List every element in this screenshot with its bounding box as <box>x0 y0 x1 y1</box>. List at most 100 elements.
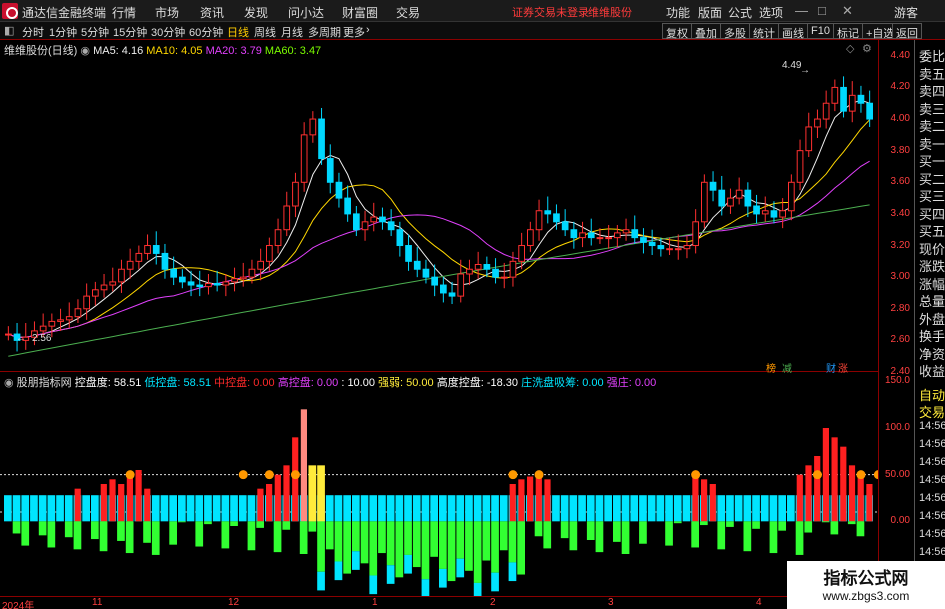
period-multi[interactable]: 多周期 <box>308 24 341 40</box>
draw-line-button[interactable]: 画线 <box>778 23 808 40</box>
candle-body[interactable] <box>248 268 256 278</box>
candle-body[interactable] <box>413 260 421 270</box>
candle-body[interactable] <box>727 197 734 207</box>
candle-body[interactable] <box>814 118 821 128</box>
menu-item-layout[interactable]: 版面 <box>698 4 722 21</box>
menu-item-discover[interactable]: 发现 <box>244 4 268 21</box>
guest-label[interactable]: 游客 <box>894 4 918 21</box>
candle-body[interactable] <box>709 181 717 191</box>
candle-body[interactable] <box>74 308 82 318</box>
candle-body[interactable] <box>805 126 813 152</box>
menu-item-options[interactable]: 选项 <box>759 4 783 21</box>
minimize-icon[interactable]: — <box>795 3 808 18</box>
candle-body[interactable] <box>683 245 691 250</box>
menu-item-formula[interactable]: 公式 <box>728 4 752 21</box>
candle-body[interactable] <box>161 252 169 270</box>
candle-body[interactable] <box>640 237 647 243</box>
money-bag-icon[interactable] <box>508 470 518 480</box>
candle-body[interactable] <box>266 245 273 262</box>
candle-body[interactable] <box>370 216 378 223</box>
money-bag-icon[interactable] <box>290 470 300 480</box>
candle-body[interactable] <box>527 229 534 247</box>
candle-body[interactable] <box>553 213 560 223</box>
money-bag-icon[interactable] <box>238 470 248 480</box>
candle-body[interactable] <box>109 281 117 286</box>
candle-body[interactable] <box>283 205 291 231</box>
candle-body[interactable] <box>205 282 212 288</box>
period-60min[interactable]: 60分钟 <box>189 24 223 40</box>
candle-body[interactable] <box>848 94 856 112</box>
diamond-icon[interactable]: ◇ <box>846 42 854 55</box>
candle-body[interactable] <box>170 268 178 278</box>
period-30min[interactable]: 30分钟 <box>151 24 185 40</box>
money-bag-icon[interactable] <box>856 470 866 480</box>
candle-body[interactable] <box>318 118 325 160</box>
candle-body[interactable] <box>309 118 317 136</box>
candle-body[interactable] <box>135 252 143 262</box>
candle-body[interactable] <box>735 189 743 199</box>
candle-body[interactable] <box>83 295 91 310</box>
f10-button[interactable]: F10 <box>807 23 834 39</box>
candle-body[interactable] <box>231 278 238 283</box>
menu-item-trade[interactable]: 交易 <box>396 4 420 21</box>
money-bag-icon[interactable] <box>534 470 544 480</box>
menu-item-ask[interactable]: 问小达 <box>288 4 324 21</box>
candle-body[interactable] <box>326 158 334 183</box>
candle-body[interactable] <box>744 189 752 207</box>
period-monthly[interactable]: 月线 <box>281 24 303 40</box>
candle-body[interactable] <box>422 268 430 278</box>
candle-body[interactable] <box>822 102 830 120</box>
candle-body[interactable] <box>92 289 99 297</box>
candle-body[interactable] <box>48 320 56 327</box>
candle-body[interactable] <box>118 268 125 283</box>
money-bag-icon[interactable] <box>691 470 701 480</box>
candle-body[interactable] <box>579 232 586 239</box>
candle-body[interactable] <box>614 232 621 239</box>
settings-icon[interactable]: ◉ <box>80 45 90 57</box>
candle-body[interactable] <box>544 210 552 215</box>
candle-body[interactable] <box>335 181 343 199</box>
return-button[interactable]: 返回 <box>892 23 922 40</box>
candle-body[interactable] <box>196 284 204 288</box>
candle-body[interactable] <box>300 134 308 183</box>
candle-body[interactable] <box>492 268 499 278</box>
candle-body[interactable] <box>292 181 299 207</box>
candle-body[interactable] <box>213 282 221 286</box>
candle-body[interactable] <box>518 245 525 262</box>
period-1min[interactable]: 1分钟 <box>49 24 77 40</box>
candle-body[interactable] <box>605 237 612 240</box>
period-15min[interactable]: 15分钟 <box>113 24 147 40</box>
menu-item-function[interactable]: 功能 <box>666 4 690 21</box>
candle-body[interactable] <box>631 229 639 239</box>
overlay-button[interactable]: 叠加 <box>691 23 721 40</box>
candle-body[interactable] <box>179 276 186 283</box>
candle-body[interactable] <box>657 245 665 250</box>
candle-body[interactable] <box>457 273 465 297</box>
candle-body[interactable] <box>761 210 769 215</box>
candle-body[interactable] <box>257 260 264 270</box>
candle-body[interactable] <box>796 150 804 183</box>
candle-body[interactable] <box>753 205 760 215</box>
restore-icon[interactable]: □ <box>818 3 826 18</box>
candle-body[interactable] <box>648 241 656 247</box>
candle-body[interactable] <box>692 221 699 247</box>
money-bag-icon[interactable] <box>264 470 274 480</box>
candle-body[interactable] <box>57 319 64 322</box>
candle-body[interactable] <box>788 181 795 212</box>
candle-body[interactable] <box>387 221 395 231</box>
candle-body[interactable] <box>239 276 247 280</box>
candle-body[interactable] <box>666 248 673 251</box>
candle-body[interactable] <box>431 276 438 286</box>
candle-body[interactable] <box>570 229 578 239</box>
candle-body[interactable] <box>535 210 543 231</box>
period-more[interactable]: 更多 <box>343 24 365 40</box>
candle-body[interactable] <box>405 245 412 262</box>
period-5min[interactable]: 5分钟 <box>81 24 109 40</box>
menu-item-market[interactable]: 市场 <box>155 4 179 21</box>
period-daily[interactable]: 日线 <box>227 24 249 40</box>
candle-body[interactable] <box>483 263 491 270</box>
candle-body[interactable] <box>5 333 12 336</box>
candle-body[interactable] <box>39 325 47 332</box>
candle-body[interactable] <box>701 181 708 223</box>
candle-body[interactable] <box>448 292 456 297</box>
